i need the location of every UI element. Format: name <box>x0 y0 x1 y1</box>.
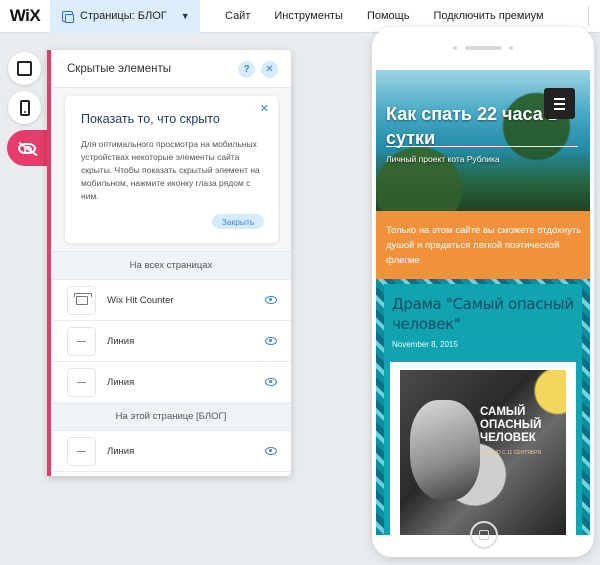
menu-item-upgrade[interactable]: Подключить премиум <box>433 10 543 22</box>
intro-close-button[interactable]: Закрыть <box>212 214 264 229</box>
promo-strip: Только на этом сайте вы сможете отдохнут… <box>376 211 590 279</box>
intro-card: ✕ Показать то, что скрыто Для оптимально… <box>65 96 278 243</box>
hidden-elements-panel: Скрытые элементы ? ✕ ✕ Показать то, что … <box>47 50 291 476</box>
line-icon <box>67 367 96 397</box>
menu-hamburger-icon[interactable] <box>544 88 575 119</box>
eye-icon[interactable] <box>265 378 277 386</box>
top-menu: Сайт Инструменты Помощь Подключить преми… <box>200 10 544 22</box>
hidden-item-label: Линия <box>107 376 135 388</box>
sensor-dot <box>509 46 513 50</box>
menu-item-help[interactable]: Помощь <box>367 10 410 22</box>
topbar-divider <box>588 6 600 26</box>
blog-post-card[interactable]: Драма "Самый опасный человек" November 8… <box>384 284 582 535</box>
desktop-view-button[interactable] <box>8 52 41 85</box>
header-divider <box>386 146 578 147</box>
counter-icon <box>67 285 96 315</box>
hidden-item-label: Линия <box>107 335 135 347</box>
desktop-icon <box>17 61 32 76</box>
phone-home-button <box>470 521 498 549</box>
hidden-item-row[interactable]: Линия <box>51 362 291 403</box>
close-panel-button[interactable]: ✕ <box>261 61 278 78</box>
poster-title: САМЫЙ ОПАСНЫЙ ЧЕЛОВЕК <box>480 406 542 444</box>
section-heading-all-pages: На всех страницах <box>51 252 291 280</box>
pages-dropdown[interactable]: Страницы: БЛОГ ▼ <box>50 0 200 33</box>
mobile-view-button[interactable] <box>8 91 41 124</box>
eye-icon[interactable] <box>265 337 277 345</box>
home-square-icon <box>479 530 489 540</box>
hidden-item-row[interactable]: Wix Hit Counter <box>51 280 291 321</box>
intro-area: ✕ Показать то, что скрыто Для оптимально… <box>51 88 291 252</box>
panel-title: Скрытые элементы <box>67 62 172 75</box>
post-title[interactable]: Драма "Самый опасный человек" <box>392 294 574 334</box>
panel-header: Скрытые элементы ? ✕ <box>51 50 291 88</box>
hidden-item-label: Wix Hit Counter <box>107 294 174 306</box>
mobile-screen[interactable]: Как спать 22 часа в сутки Личный проект … <box>376 70 590 535</box>
close-intro-icon[interactable]: ✕ <box>260 102 269 115</box>
phone-speaker <box>465 46 502 50</box>
menu-item-tools[interactable]: Инструменты <box>274 10 343 22</box>
hidden-item-row[interactable]: Линия <box>51 321 291 362</box>
mobile-icon <box>19 99 30 116</box>
chevron-down-icon: ▼ <box>180 11 190 21</box>
pages-icon <box>62 10 74 23</box>
site-subtitle: Личный проект кота Рублика <box>386 154 500 164</box>
wix-logo[interactable]: WiX <box>0 0 50 33</box>
help-button[interactable]: ? <box>238 61 255 78</box>
hidden-elements-button[interactable] <box>7 130 47 166</box>
hidden-item-label: Линия <box>107 445 135 457</box>
line-icon <box>67 326 96 356</box>
poster-subtitle: В КИНО С 11 СЕНТЯБРЯ <box>482 450 541 456</box>
menu-item-site[interactable]: Сайт <box>225 10 250 22</box>
eye-icon[interactable] <box>265 296 277 304</box>
line-icon <box>67 436 96 466</box>
intro-text: Для оптимального просмотра на мобильных … <box>81 139 260 201</box>
section-heading-this-page: На этой странице [БЛОГ] <box>51 403 291 431</box>
poster-face <box>410 400 480 500</box>
background-pattern: Драма "Самый опасный человек" November 8… <box>376 279 590 535</box>
mobile-preview-frame: Как спать 22 часа в сутки Личный проект … <box>372 27 594 557</box>
post-image[interactable]: САМЫЙ ОПАСНЫЙ ЧЕЛОВЕК В КИНО С 11 СЕНТЯБ… <box>390 362 576 535</box>
hidden-item-row[interactable]: Линия <box>51 431 291 472</box>
eye-off-icon <box>18 142 36 154</box>
movie-poster: САМЫЙ ОПАСНЫЙ ЧЕЛОВЕК В КИНО С 11 СЕНТЯБ… <box>400 370 566 535</box>
pages-dropdown-label: Страницы: БЛОГ <box>80 10 167 22</box>
camera-dot <box>453 46 457 50</box>
eye-icon[interactable] <box>265 447 277 455</box>
post-date: November 8, 2015 <box>392 340 458 349</box>
intro-title: Показать то, что скрыто <box>81 112 220 126</box>
header-image: Как спать 22 часа в сутки Личный проект … <box>376 70 590 211</box>
